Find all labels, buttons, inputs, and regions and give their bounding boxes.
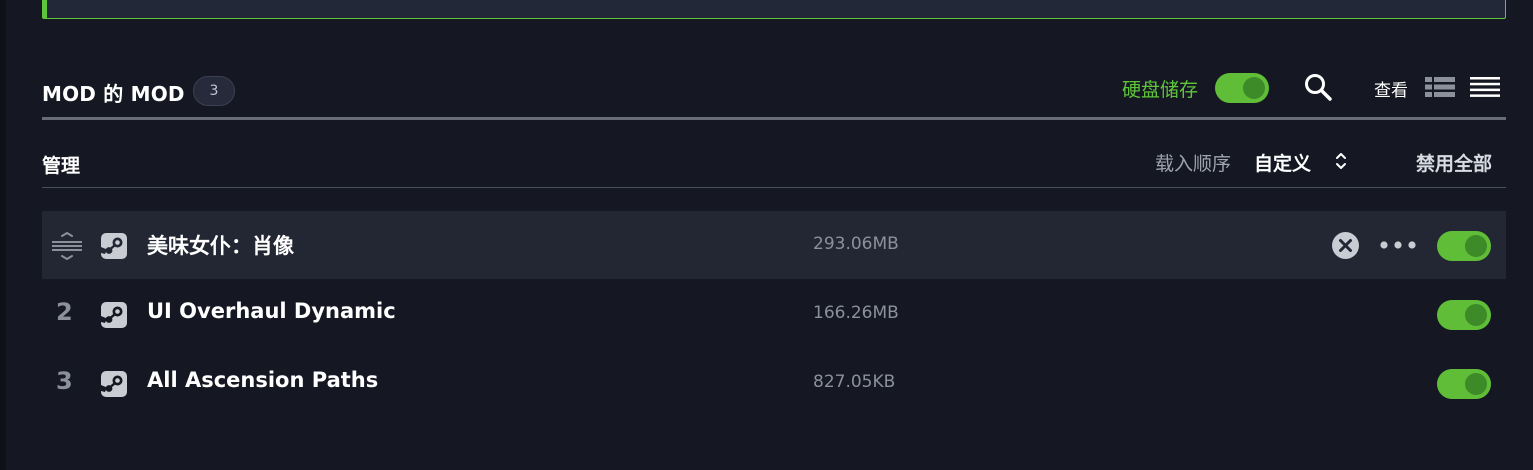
mod-name: All Ascension Paths bbox=[147, 368, 379, 392]
disable-all-button[interactable]: 禁用全部 bbox=[1416, 149, 1492, 176]
mod-enable-toggle[interactable] bbox=[1437, 231, 1491, 261]
steam-workshop-icon bbox=[101, 371, 127, 397]
grid-view-icon[interactable] bbox=[1425, 77, 1455, 97]
steam-workshop-icon bbox=[101, 302, 127, 328]
toolbar-divider bbox=[42, 187, 1506, 188]
load-order-dropdown[interactable]: 自定义 bbox=[1254, 149, 1311, 176]
mod-size: 166.26MB bbox=[813, 303, 899, 323]
mod-size: 827.05KB bbox=[813, 372, 896, 392]
toggle-knob bbox=[1465, 304, 1487, 326]
mod-count-badge: 3 bbox=[193, 76, 235, 106]
mod-size: 293.06MB bbox=[813, 234, 899, 254]
toggle-knob bbox=[1243, 77, 1265, 99]
mod-enable-toggle[interactable] bbox=[1437, 300, 1491, 330]
section-header: MOD 的 MOD 3 硬盘储存 查看 bbox=[42, 70, 1506, 118]
toggle-knob bbox=[1465, 235, 1487, 257]
mod-row[interactable]: 美味女仆：肖像 293.06MB bbox=[42, 211, 1506, 279]
mod-enable-toggle[interactable] bbox=[1437, 369, 1491, 399]
list-view-icon[interactable] bbox=[1470, 77, 1500, 97]
manage-label: 管理 bbox=[42, 155, 81, 177]
mod-name: 美味女仆：肖像 bbox=[147, 234, 294, 258]
window-left-edge bbox=[0, 0, 6, 470]
previous-panel-bottom bbox=[42, 0, 1506, 19]
drag-handle-icon[interactable] bbox=[51, 232, 83, 260]
disk-storage-toggle[interactable] bbox=[1215, 73, 1269, 103]
header-divider bbox=[42, 117, 1506, 120]
steam-workshop-icon bbox=[101, 233, 127, 259]
more-options-icon[interactable] bbox=[1379, 238, 1417, 252]
load-order-index: 3 bbox=[56, 367, 73, 395]
remove-mod-icon[interactable] bbox=[1331, 231, 1360, 260]
load-order-index: 2 bbox=[56, 298, 73, 326]
toggle-knob bbox=[1465, 373, 1487, 395]
section-title: MOD 的 MOD bbox=[42, 82, 185, 106]
mod-row[interactable]: 2 UI Overhaul Dynamic 166.26MB bbox=[42, 280, 1506, 348]
load-order-label: 载入顺序 bbox=[1155, 153, 1232, 175]
view-label: 查看 bbox=[1374, 81, 1408, 101]
mod-row[interactable]: 3 All Ascension Paths 827.05KB bbox=[42, 349, 1506, 417]
disk-storage-label: 硬盘储存 bbox=[1122, 79, 1199, 101]
sort-updown-icon[interactable] bbox=[1334, 150, 1348, 172]
mod-name: UI Overhaul Dynamic bbox=[147, 299, 396, 323]
search-icon[interactable] bbox=[1303, 72, 1333, 102]
